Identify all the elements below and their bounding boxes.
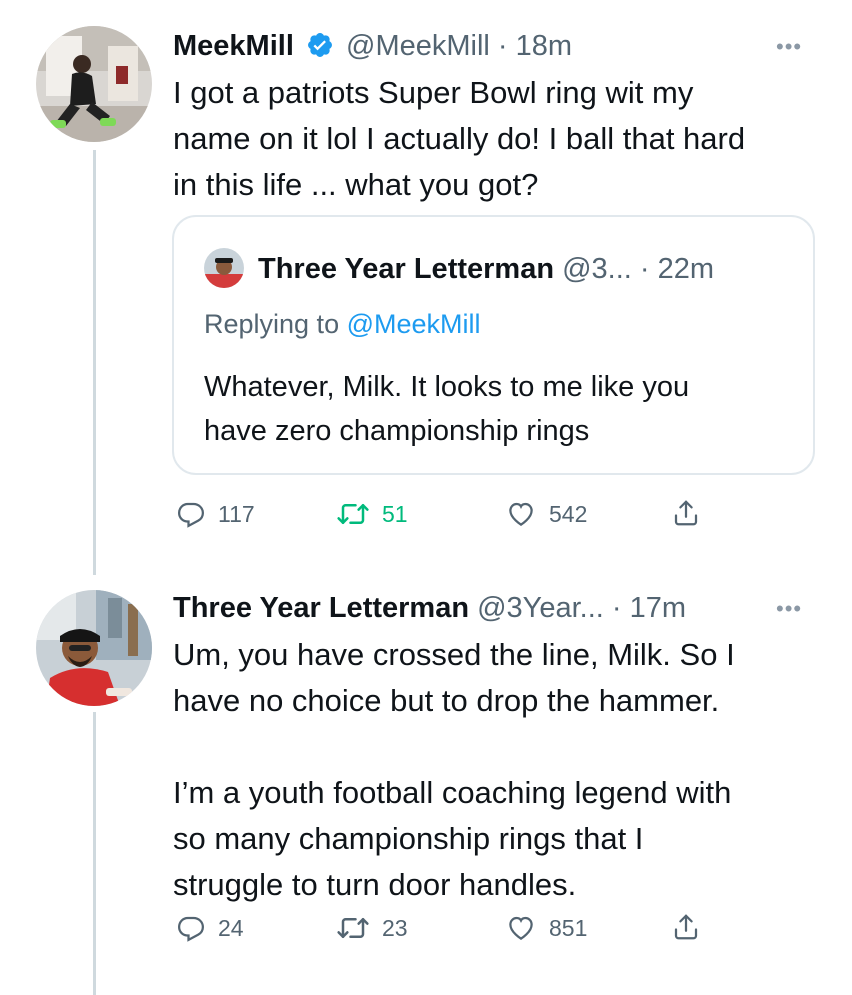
timestamp[interactable]: 18m <box>516 30 572 62</box>
tweet-line: struggle to turn door handles. <box>173 867 577 902</box>
avatar-three-year-letterman[interactable] <box>36 590 152 706</box>
like-icon <box>509 916 533 940</box>
thread-line-top <box>93 150 96 575</box>
tweet-line: I’m a youth football coaching legend wit… <box>173 775 732 810</box>
retweet-button[interactable]: 23 <box>336 913 408 943</box>
quote-line: Whatever, Milk. It looks to me like you <box>204 371 690 403</box>
author-handle[interactable]: @3Year... <box>477 592 604 624</box>
reply-button[interactable]: 117 <box>176 499 255 529</box>
tweet-line: so many championship rings that I <box>173 821 644 856</box>
replying-to: Replying to @MeekMill <box>204 309 481 340</box>
reply-count: 117 <box>218 500 255 527</box>
quote-header: Three Year Letterman @3... · 22m <box>258 251 714 287</box>
more-icon[interactable]: ••• <box>776 596 802 622</box>
retweet-button[interactable]: 51 <box>336 499 408 529</box>
reply-count: 24 <box>218 914 244 941</box>
like-count: 542 <box>549 500 588 527</box>
like-count: 851 <box>549 914 588 941</box>
tweet-line: have no choice but to drop the hammer. <box>173 683 720 718</box>
author-name[interactable]: Three Year Letterman <box>173 592 469 624</box>
quote-avatar <box>204 248 244 288</box>
separator-dot: · <box>639 253 650 285</box>
avatar-meekmill[interactable] <box>36 26 152 142</box>
replying-to-mention[interactable]: @MeekMill <box>347 309 481 339</box>
tweet1-body: I got a patriots Super Bowl ring wit my … <box>173 70 745 208</box>
quote-timestamp[interactable]: 22m <box>658 253 714 285</box>
separator-dot: · <box>497 30 508 62</box>
tweet-line: Um, you have crossed the line, Milk. So … <box>173 637 735 672</box>
tweet-line: name on it lol I actually do! I ball tha… <box>173 121 746 156</box>
quote-author-handle[interactable]: @3... <box>562 253 632 285</box>
reply-icon <box>177 916 205 942</box>
like-button[interactable]: 851 <box>505 913 587 943</box>
share-button[interactable] <box>671 497 701 529</box>
share-icon <box>674 500 698 526</box>
share-button[interactable] <box>671 911 701 943</box>
tweet2-body: Um, you have crossed the line, Milk. So … <box>173 632 735 908</box>
timestamp[interactable]: 17m <box>630 592 686 624</box>
reply-icon <box>177 502 205 528</box>
separator-dot: · <box>611 592 622 624</box>
tweet-line: in this life ... what you got? <box>173 167 539 202</box>
retweet-icon <box>337 918 369 938</box>
retweet-count: 23 <box>382 914 408 941</box>
retweet-icon <box>337 504 369 524</box>
tweet-line <box>173 724 735 770</box>
retweet-count: 51 <box>382 500 408 527</box>
quoted-tweet-card[interactable]: Three Year Letterman @3... · 22m Replyin… <box>172 215 815 475</box>
quote-body: Whatever, Milk. It looks to me like you … <box>204 365 689 453</box>
tweet-line: I got a patriots Super Bowl ring wit my <box>173 75 694 110</box>
verified-badge-icon <box>307 33 332 57</box>
like-button[interactable]: 542 <box>505 499 587 529</box>
tweet2-header: Three Year Letterman @3Year... · 17m <box>173 590 686 626</box>
replying-to-label: Replying to <box>204 309 347 339</box>
more-icon[interactable]: ••• <box>776 34 802 60</box>
tweet1-header: MeekMill @MeekMill · 18m <box>173 28 572 64</box>
quote-line: have zero championship rings <box>204 415 590 447</box>
author-handle[interactable]: @MeekMill <box>346 30 490 62</box>
author-name[interactable]: MeekMill <box>173 30 294 62</box>
thread-line-bottom <box>93 712 96 995</box>
share-icon <box>674 914 698 940</box>
reply-button[interactable]: 24 <box>176 913 244 943</box>
quote-author-name[interactable]: Three Year Letterman <box>258 253 554 285</box>
like-icon <box>509 502 533 526</box>
